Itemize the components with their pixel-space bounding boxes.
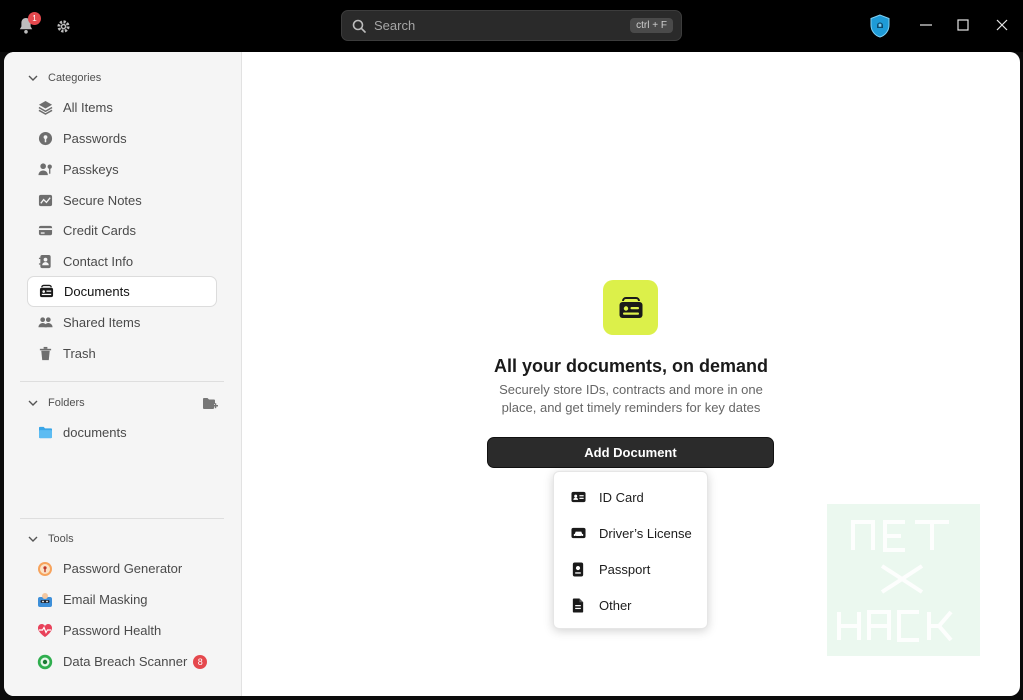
minimize-button[interactable] xyxy=(917,16,935,34)
folders-label: Folders xyxy=(48,397,85,409)
breach-scanner-icon xyxy=(37,654,53,670)
contact-icon xyxy=(37,254,53,270)
trash-icon xyxy=(37,346,53,362)
menu-item-other[interactable]: Other xyxy=(554,588,709,622)
watermark-logo xyxy=(827,504,980,656)
tools-header[interactable]: Tools xyxy=(28,533,74,545)
sidebar-item-passwords[interactable]: Passwords xyxy=(27,123,217,154)
divider xyxy=(20,381,224,382)
add-document-menu: ID Card Driver’s License Passport Other xyxy=(553,471,708,629)
folder-item-label: documents xyxy=(63,425,127,440)
folder-item-documents[interactable]: documents xyxy=(27,417,217,448)
people-icon xyxy=(37,315,53,331)
file-icon xyxy=(570,597,586,613)
menu-item-label: Driver’s License xyxy=(599,525,692,541)
sidebar-item-credit-cards[interactable]: Credit Cards xyxy=(27,215,217,246)
tool-data-breach-scanner[interactable]: Data Breach Scanner 8 xyxy=(27,646,217,677)
document-card-icon xyxy=(603,280,658,335)
sidebar-item-label: All Items xyxy=(63,100,113,115)
folder-icon xyxy=(37,425,53,441)
document-card-icon xyxy=(38,284,54,300)
sidebar-item-label: Passkeys xyxy=(63,162,119,177)
menu-item-label: Passport xyxy=(599,561,651,577)
email-masking-icon xyxy=(37,592,53,608)
categories-header[interactable]: Categories xyxy=(28,72,101,84)
sidebar-item-label: Contact Info xyxy=(63,254,134,269)
menu-item-label: Other xyxy=(599,597,632,613)
tool-label: Data Breach Scanner xyxy=(63,654,188,669)
breach-count-badge: 8 xyxy=(193,654,208,669)
add-folder-icon[interactable] xyxy=(202,397,220,413)
tool-password-health[interactable]: Password Health xyxy=(27,615,217,646)
sidebar-item-shared-items[interactable]: Shared Items xyxy=(27,307,217,338)
tool-label: Password Generator xyxy=(63,561,183,576)
tool-label: Password Health xyxy=(63,623,162,638)
password-generator-icon xyxy=(37,561,53,577)
search-input[interactable]: Search ctrl + F xyxy=(341,10,682,41)
empty-state-subtitle: Securely store IDs, contracts and more i… xyxy=(499,382,763,415)
credit-card-icon xyxy=(37,223,53,239)
chevron-down-icon xyxy=(28,397,38,409)
chevron-down-icon xyxy=(28,533,38,545)
search-placeholder: Search xyxy=(374,18,416,33)
id-card-icon xyxy=(570,489,586,505)
layers-icon xyxy=(37,100,53,116)
sidebar-item-documents[interactable]: Documents xyxy=(27,276,217,307)
close-button[interactable] xyxy=(993,16,1011,34)
categories-label: Categories xyxy=(48,72,102,84)
notification-badge: 1 xyxy=(28,12,41,25)
folders-header[interactable]: Folders xyxy=(28,397,85,409)
sidebar: Categories All Items Passwords Passkeys … xyxy=(4,52,242,696)
menu-item-drivers-license[interactable]: Driver’s License xyxy=(554,516,709,550)
passkey-icon xyxy=(37,162,53,178)
sidebar-item-passkeys[interactable]: Passkeys xyxy=(27,154,217,185)
menu-item-id-card[interactable]: ID Card xyxy=(554,480,709,514)
passport-icon xyxy=(570,561,586,577)
divider xyxy=(20,518,224,519)
sidebar-item-label: Shared Items xyxy=(63,315,141,330)
key-icon xyxy=(37,131,53,147)
sidebar-item-label: Secure Notes xyxy=(63,193,142,208)
gear-icon[interactable] xyxy=(53,16,73,36)
add-document-button[interactable]: Add Document xyxy=(487,437,774,468)
menu-item-label: ID Card xyxy=(599,489,644,505)
sidebar-item-contact-info[interactable]: Contact Info xyxy=(27,246,217,277)
tool-email-masking[interactable]: Email Masking xyxy=(27,584,217,615)
heart-pulse-icon xyxy=(37,623,53,639)
shield-icon[interactable] xyxy=(869,14,891,38)
sidebar-item-trash[interactable]: Trash xyxy=(27,338,217,369)
menu-item-passport[interactable]: Passport xyxy=(554,552,709,586)
maximize-button[interactable] xyxy=(954,16,972,34)
sidebar-item-label: Credit Cards xyxy=(63,223,136,238)
sidebar-item-all-items[interactable]: All Items xyxy=(27,92,217,123)
tool-label: Email Masking xyxy=(63,592,148,607)
sidebar-item-label: Documents xyxy=(64,284,130,299)
car-icon xyxy=(570,525,586,541)
title-bar: 1 Search ctrl + F xyxy=(0,0,1023,52)
tools-label: Tools xyxy=(48,533,74,545)
empty-state-title: All your documents, on demand xyxy=(493,356,769,376)
note-icon xyxy=(37,193,53,209)
sidebar-item-label: Passwords xyxy=(63,131,127,146)
chevron-down-icon xyxy=(28,72,38,84)
sidebar-item-secure-notes[interactable]: Secure Notes xyxy=(27,185,217,216)
sidebar-item-label: Trash xyxy=(63,346,96,361)
search-icon xyxy=(352,19,366,33)
tool-password-generator[interactable]: Password Generator xyxy=(27,553,217,584)
search-shortcut-hint: ctrl + F xyxy=(630,18,673,33)
